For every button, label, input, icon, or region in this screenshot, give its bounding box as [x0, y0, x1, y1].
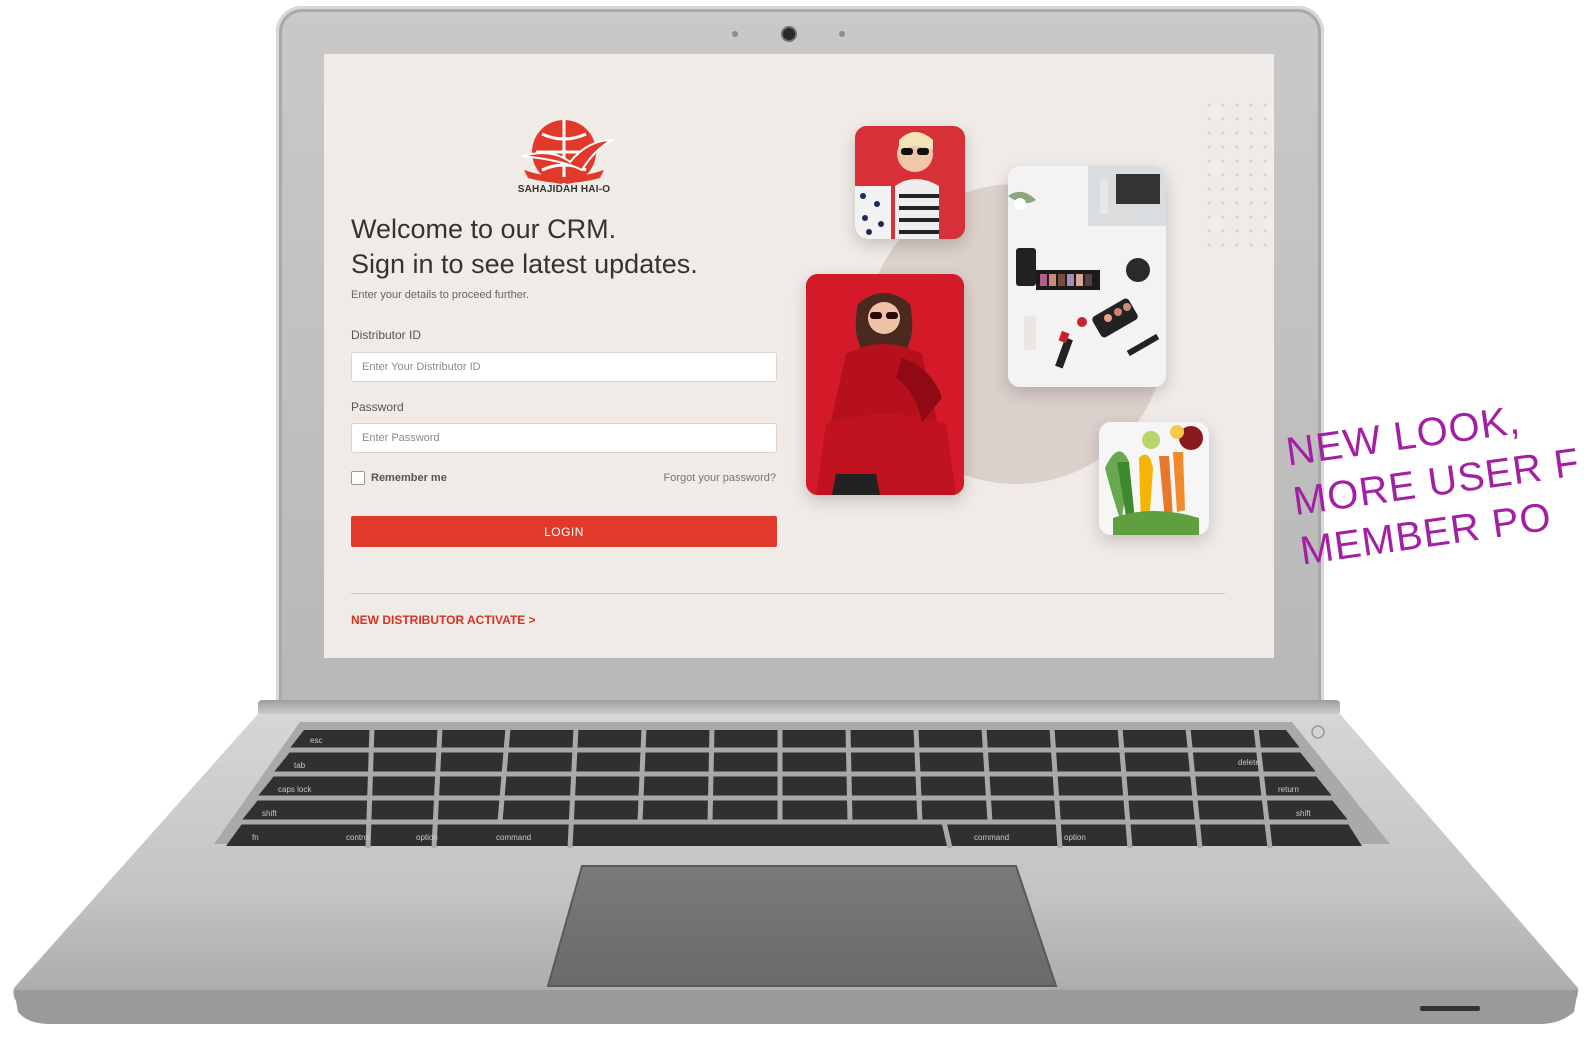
key-delete: delete [1238, 758, 1260, 767]
key-fn: fn [252, 833, 259, 842]
key-command-left: command [496, 833, 531, 842]
key-return: return [1278, 785, 1299, 794]
key-option-left: option [416, 833, 438, 842]
key-shift-left: shift [262, 809, 277, 818]
key-caps-lock: caps lock [278, 785, 312, 794]
key-command-right: command [974, 833, 1009, 842]
key-shift-right: shift [1296, 809, 1311, 818]
key-esc: esc [310, 736, 322, 745]
key-option-right: option [1064, 833, 1086, 842]
key-tab: tab [294, 761, 306, 770]
key-control: control [346, 833, 370, 842]
